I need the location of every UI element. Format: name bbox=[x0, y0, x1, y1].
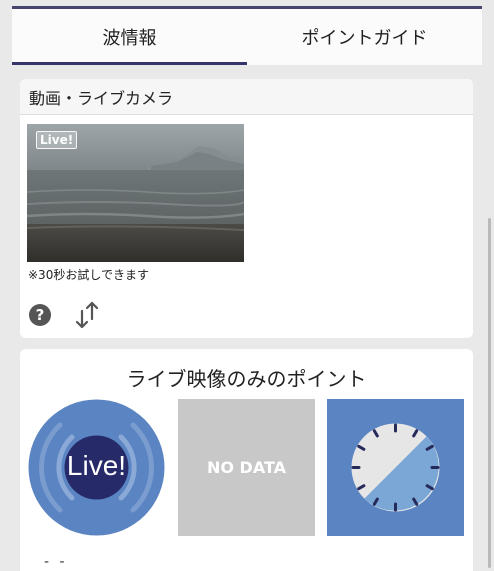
no-data-tile[interactable]: NO DATA bbox=[178, 399, 315, 536]
section-title: 動画・ライブカメラ bbox=[20, 79, 473, 115]
section-title: ライブ映像のみのポイント bbox=[126, 367, 367, 391]
live-point-tile[interactable]: Live! bbox=[28, 399, 165, 536]
tab-label: 波情報 bbox=[102, 28, 157, 49]
sort-arrows-icon[interactable] bbox=[74, 301, 100, 333]
tab-label: ポイントガイド bbox=[301, 28, 428, 49]
help-icon[interactable]: ? bbox=[28, 303, 52, 331]
clock-icon bbox=[351, 423, 440, 512]
video-actions: ? bbox=[28, 301, 100, 333]
live-only-points-card: ライブ映像のみのポイント Live! NO DATA - - bbox=[20, 349, 473, 571]
scrollbar[interactable] bbox=[488, 218, 491, 568]
live-label: Live! bbox=[66, 450, 127, 481]
clock-tile[interactable] bbox=[327, 399, 464, 536]
tab-bar: 波情報 ポイントガイド bbox=[12, 9, 482, 65]
point-status-text: - - bbox=[44, 554, 68, 570]
tab-wave-info[interactable]: 波情報 bbox=[12, 9, 247, 65]
live-camera-thumbnail[interactable]: Live! bbox=[27, 124, 244, 262]
no-data-label: NO DATA bbox=[206, 458, 287, 477]
trial-note: ※30秒お試しできます bbox=[28, 268, 149, 282]
live-tag: Live! bbox=[36, 131, 78, 149]
tab-point-guide[interactable]: ポイントガイド bbox=[247, 9, 482, 65]
video-live-camera-card: 動画・ライブカメラ Live! ※30秒お試しできます ? bbox=[20, 79, 473, 338]
svg-text:?: ? bbox=[36, 306, 45, 324]
